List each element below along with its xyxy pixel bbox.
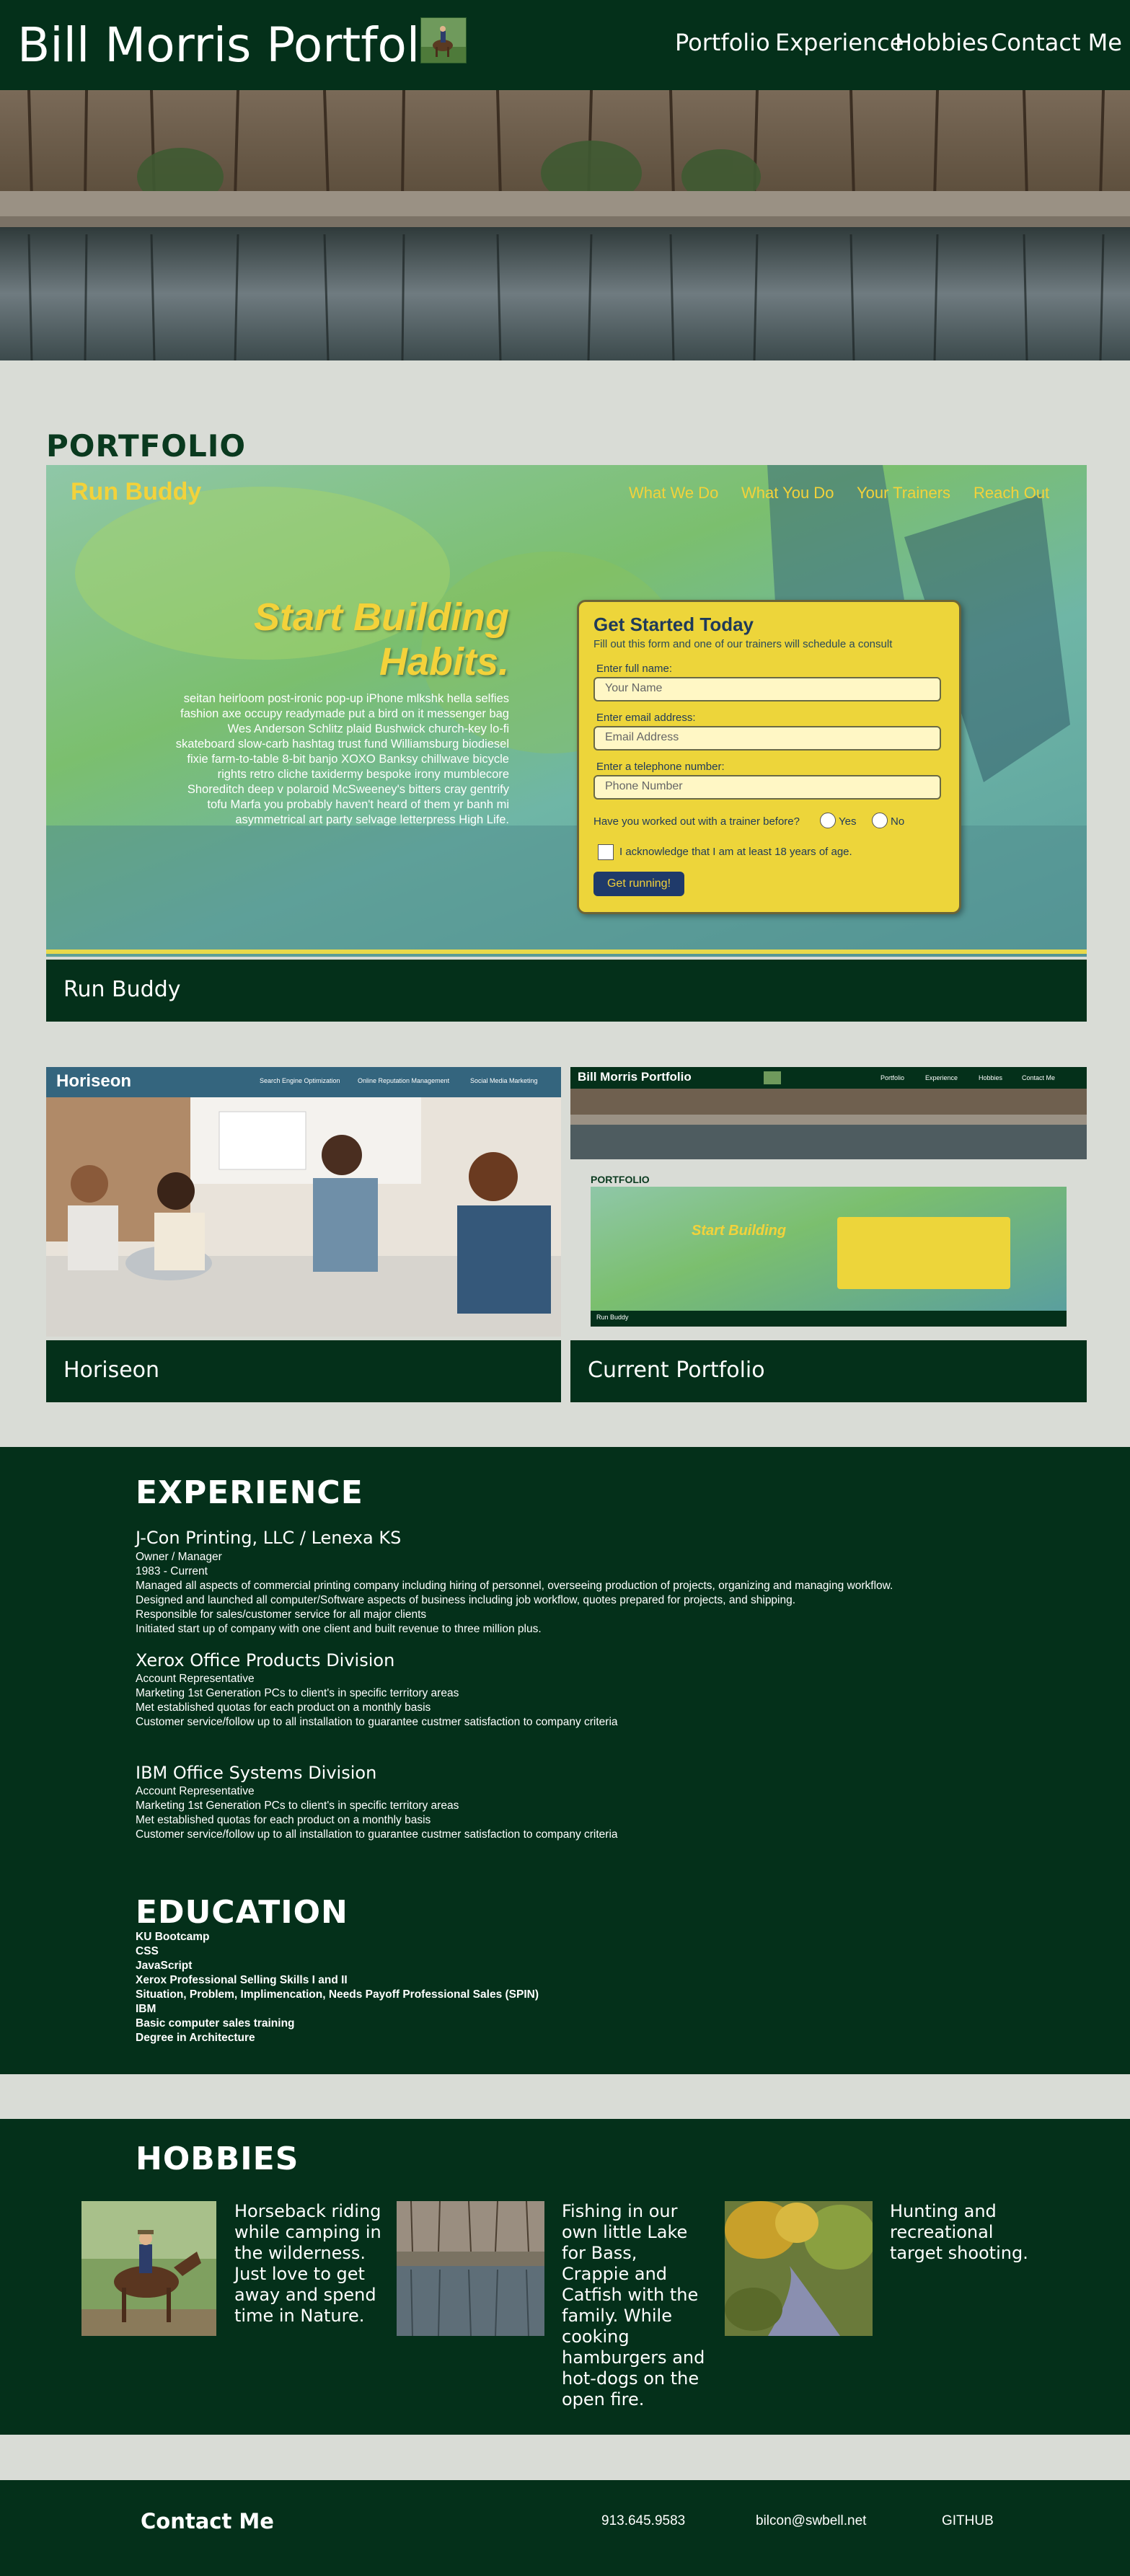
horiseon-nav-smm: Social Media Marketing (470, 1077, 538, 1084)
rb-email-label: Enter email address: (596, 712, 696, 724)
mini-portfolio-heading: PORTFOLIO (591, 1174, 650, 1185)
site-header: Bill Morris Portfolio Portfolio Experien… (0, 0, 1130, 90)
hero-image (0, 90, 1130, 360)
nav-contact[interactable]: Contact Me (991, 29, 1122, 56)
job-2-details: Account Representative Marketing 1st Gen… (136, 1673, 618, 1728)
mini-avatar (764, 1071, 781, 1084)
hobby-2-text: Fishing in our own little Lake for Bass,… (562, 2201, 705, 2409)
rb-phone-label: Enter a telephone number: (596, 761, 725, 773)
site-title: Bill Morris Portfolio (17, 17, 462, 73)
rb-signup-form: Get Started Today Fill out this form and… (577, 600, 961, 914)
run-buddy-caption[interactable]: Run Buddy (46, 960, 1087, 1022)
job-3-details: Account Representative Marketing 1st Gen… (136, 1785, 618, 1841)
mini-nav-portfolio: Portfolio (880, 1074, 905, 1081)
mini-nav-contact: Contact Me (1022, 1074, 1056, 1081)
creek-photo (725, 2201, 873, 2336)
hobby-1-text: Horseback riding while camping in the wi… (234, 2201, 381, 2326)
rb-hero-line2: Habits. (379, 640, 509, 683)
contact-email[interactable]: bilcon@swbell.net (756, 2513, 866, 2529)
hobbies-section: HOBBIES Horseback riding while camping i… (0, 2119, 1130, 2435)
rb-nav-reach-out: Reach Out (974, 484, 1050, 502)
horseback-photo (81, 2201, 216, 2336)
rb-yes-label: Yes (839, 815, 857, 828)
horiseon-nav-seo: Search Engine Optimization (260, 1077, 340, 1084)
rb-submit-button: Get running! (593, 872, 684, 896)
hobbies-heading: HOBBIES (136, 2141, 299, 2177)
job-2-title: Xerox Office Products Division (136, 1650, 395, 1670)
job-1-details: Owner / Manager 1983 - Current Managed a… (136, 1551, 893, 1635)
horiseon-caption[interactable]: Horiseon (46, 1340, 561, 1402)
mini-caption: Run Buddy (591, 1311, 1067, 1327)
rb-radio-yes (820, 813, 836, 828)
job-1-title: J-Con Printing, LLC / Lenexa KS (136, 1528, 402, 1548)
rb-nav-what-we-do: What We Do (629, 484, 719, 502)
rb-ack-label: I acknowledge that I am at least 18 year… (619, 846, 852, 858)
rb-nav-what-you-do: What You Do (741, 484, 834, 502)
nav-experience[interactable]: Experience (775, 29, 904, 56)
current-portfolio-caption-text: Current Portfolio (588, 1358, 765, 1383)
nav-portfolio[interactable]: Portfolio (675, 29, 770, 56)
mini-hero-text: Start Building (692, 1223, 787, 1239)
portfolio-heading: PORTFOLIO (46, 428, 247, 464)
mini-title: Bill Morris Portfolio (578, 1070, 692, 1084)
mini-form (837, 1217, 1010, 1289)
horiseon-team-photo (46, 1097, 561, 1337)
project-horiseon[interactable]: Horiseon Search Engine Optimization Onli… (46, 1067, 561, 1337)
rb-name-label: Enter full name: (596, 663, 673, 675)
horiseon-logo: Horiseon (56, 1071, 132, 1091)
experience-heading: EXPERIENCE (136, 1474, 363, 1511)
experience-section: EXPERIENCE J-Con Printing, LLC / Lenexa … (0, 1447, 1130, 2074)
nav-hobbies[interactable]: Hobbies (895, 29, 989, 56)
project-run-buddy[interactable]: Run Buddy What We Do What You Do Your Tr… (46, 465, 1087, 957)
avatar-image (420, 17, 467, 63)
rb-form-subtitle: Fill out this form and one of our traine… (593, 638, 893, 650)
run-buddy-caption-text: Run Buddy (63, 977, 181, 1002)
rb-email-input: Email Address (593, 726, 941, 751)
rb-hero-heading: Start Building Habits. (176, 595, 509, 684)
rb-trainer-question: Have you worked out with a trainer befor… (593, 815, 800, 828)
horiseon-caption-text: Horiseon (63, 1358, 160, 1383)
lake-photo (397, 2201, 544, 2336)
education-heading: EDUCATION (136, 1894, 348, 1931)
rb-no-label: No (891, 815, 905, 828)
rb-hero-line1: Start Building (254, 596, 509, 639)
education-list: KU Bootcamp CSS JavaScript Xerox Profess… (136, 1931, 539, 2044)
project-current-portfolio[interactable]: Bill Morris Portfolio Portfolio Experien… (570, 1067, 1087, 1337)
rb-form-title: Get Started Today (593, 614, 754, 635)
job-3-title: IBM Office Systems Division (136, 1763, 377, 1783)
rb-radio-no (872, 813, 888, 828)
rb-phone-input: Phone Number (593, 775, 941, 800)
github-link[interactable]: GITHUB (942, 2513, 994, 2529)
mini-nav-hobbies: Hobbies (979, 1074, 1003, 1081)
mini-nav-experience: Experience (925, 1074, 958, 1081)
contact-heading: Contact Me (141, 2509, 274, 2533)
site-footer: Contact Me 913.645.9583 bilcon@swbell.ne… (0, 2480, 1130, 2576)
mini-run-buddy: Start Building (591, 1187, 1067, 1311)
run-buddy-logo: Run Buddy (71, 478, 202, 505)
rb-ack-checkbox (598, 844, 614, 860)
rb-nav-trainers: Your Trainers (857, 484, 951, 502)
contact-phone[interactable]: 913.645.9583 (601, 2513, 685, 2529)
rb-hero-blurb: seitan heirloom post-ironic pop-up iPhon… (175, 692, 509, 826)
current-portfolio-caption[interactable]: Current Portfolio (570, 1340, 1087, 1402)
hobby-3-text: Hunting and recreational target shooting… (890, 2201, 1028, 2263)
mini-hero (570, 1089, 1087, 1159)
rb-name-input: Your Name (593, 677, 941, 701)
horiseon-nav-orm: Online Reputation Management (358, 1077, 450, 1084)
